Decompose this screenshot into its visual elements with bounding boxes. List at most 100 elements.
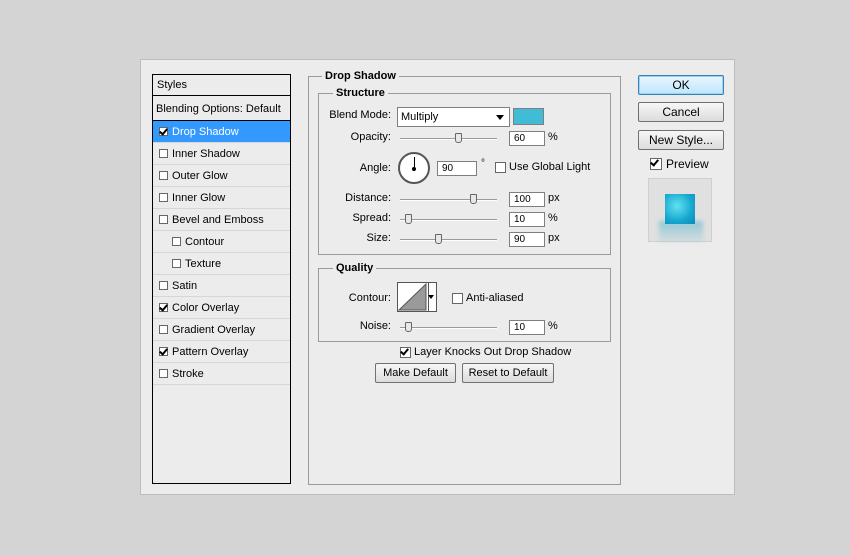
style-item-checkbox[interactable] [159,347,168,356]
style-item-inner-glow[interactable]: Inner Glow [153,187,290,209]
style-item-drop-shadow[interactable]: Drop Shadow [153,121,290,143]
quality-title: Quality [333,262,377,274]
style-item-label: Color Overlay [172,301,240,314]
style-item-checkbox[interactable] [159,127,168,136]
anti-aliased-label: Anti-aliased [466,292,524,304]
size-label: Size: [366,232,391,244]
style-item-pattern-overlay[interactable]: Pattern Overlay [153,341,290,363]
style-item-label: Texture [185,257,222,270]
anti-aliased[interactable]: Anti-aliased [452,292,523,304]
style-item-stroke[interactable]: Stroke [153,363,290,385]
blend-mode-value: Multiply [401,111,439,123]
style-item-contour[interactable]: Contour [153,231,290,253]
new-style-button[interactable]: New Style... [638,130,724,150]
style-item-bevel-and-emboss[interactable]: Bevel and Emboss [153,209,290,231]
style-item-checkbox[interactable] [159,193,168,202]
preview-label: Preview [666,157,709,171]
style-item-color-overlay[interactable]: Color Overlay [153,297,290,319]
style-item-outer-glow[interactable]: Outer Glow [153,165,290,187]
style-item-label: Inner Shadow [172,147,240,160]
quality-group: Quality Contour: Anti-aliased Noise: 10 … [318,262,611,342]
style-item-checkbox[interactable] [159,281,168,290]
size-slider-thumb[interactable] [435,234,442,244]
use-global-light-checkbox[interactable] [495,161,506,173]
distance-slider-track[interactable] [400,199,497,201]
noise-unit: % [548,320,558,332]
style-item-checkbox[interactable] [172,237,181,246]
angle-input[interactable]: 90 [437,161,477,176]
blending-options-item[interactable]: Blending Options: Default [153,97,290,121]
preview-checkbox[interactable] [650,158,662,170]
layer-knocks-out-checkbox[interactable] [400,346,411,358]
structure-title: Structure [333,87,388,99]
layer-knocks-out-label: Layer Knocks Out Drop Shadow [414,346,572,358]
use-global-light[interactable]: Use Global Light [495,161,590,173]
style-item-gradient-overlay[interactable]: Gradient Overlay [153,319,290,341]
distance-input[interactable]: 100 [509,192,545,207]
distance-label: Distance: [345,192,391,204]
spread-label: Spread: [352,212,391,224]
opacity-input[interactable]: 60 [509,131,545,146]
opacity-slider-thumb[interactable] [455,133,462,143]
style-item-label: Bevel and Emboss [172,213,264,226]
style-item-checkbox[interactable] [159,325,168,334]
distance-unit: px [548,192,560,204]
size-slider-track[interactable] [400,239,497,241]
preview-swatch [665,194,695,224]
noise-slider-track[interactable] [400,327,497,329]
spread-slider-track[interactable] [400,219,497,221]
angle-label: Angle: [359,162,391,174]
style-item-checkbox[interactable] [172,259,181,268]
noise-slider-thumb[interactable] [405,322,412,332]
style-item-checkbox[interactable] [159,303,168,312]
layer-knocks-out[interactable]: Layer Knocks Out Drop Shadow [400,346,571,358]
style-item-label: Drop Shadow [172,125,239,138]
noise-label: Noise: [359,320,391,332]
size-input[interactable]: 90 [509,232,545,247]
shadow-color-swatch[interactable] [513,108,544,125]
distance-slider-thumb[interactable] [470,194,477,204]
angle-dial[interactable] [398,152,430,184]
contour-picker[interactable] [397,282,437,312]
style-item-label: Contour [185,235,225,248]
blend-mode-select[interactable]: Multiply [397,107,510,127]
style-item-checkbox[interactable] [159,149,168,158]
style-item-satin[interactable]: Satin [153,275,290,297]
style-item-label: Inner Glow [172,191,226,204]
style-item-checkbox[interactable] [159,215,168,224]
style-preview-thumbnail [648,178,712,243]
style-item-checkbox[interactable] [159,369,168,378]
opacity-unit: % [548,131,558,143]
style-item-label: Pattern Overlay [172,345,249,358]
noise-input[interactable]: 10 [509,320,545,335]
drop-shadow-title: Drop Shadow [322,70,399,82]
ok-button[interactable]: OK [638,75,724,95]
styles-header[interactable]: Styles [153,75,290,96]
style-item-checkbox[interactable] [159,171,168,180]
spread-input[interactable]: 10 [509,212,545,227]
contour-label: Contour: [348,292,391,304]
styles-list: Styles Blending Options: Default Drop Sh… [152,74,291,484]
contour-curve-icon [398,283,427,311]
size-unit: px [548,232,560,244]
style-item-label: Stroke [172,367,204,380]
style-item-texture[interactable]: Texture [153,253,290,275]
opacity-slider-track[interactable] [400,138,497,140]
cancel-button[interactable]: Cancel [638,102,724,122]
make-default-button[interactable]: Make Default [375,363,456,383]
anti-aliased-checkbox[interactable] [452,292,463,304]
preview-toggle[interactable]: Preview [650,157,709,171]
reset-to-default-button[interactable]: Reset to Default [462,363,554,383]
layer-style-dialog: Styles Blending Options: Default Drop Sh… [140,59,735,495]
blend-mode-label: Blend Mode: [329,109,391,121]
style-item-label: Outer Glow [172,169,228,182]
style-item-label: Gradient Overlay [172,323,256,336]
chevron-down-icon[interactable] [428,295,434,299]
style-item-inner-shadow[interactable]: Inner Shadow [153,143,290,165]
spread-unit: % [548,212,558,224]
preview-shadow [659,221,703,243]
chevron-down-icon [496,115,504,120]
opacity-label: Opacity: [350,131,391,143]
drop-shadow-panel: Drop Shadow Structure Blend Mode: Multip… [308,70,621,485]
spread-slider-thumb[interactable] [405,214,412,224]
